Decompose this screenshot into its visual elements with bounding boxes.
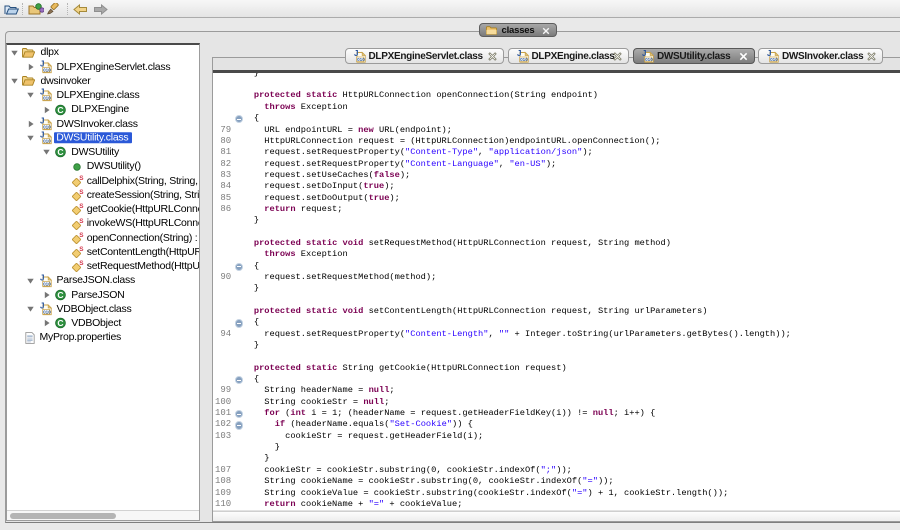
svg-text:S: S — [79, 232, 84, 239]
svg-text:S: S — [79, 261, 84, 268]
svg-text:010: 010 — [43, 281, 51, 286]
svg-text:010: 010 — [520, 57, 528, 62]
svg-text:010: 010 — [43, 310, 51, 315]
svg-text:C: C — [57, 318, 63, 328]
svg-text:C: C — [57, 105, 63, 115]
svg-text:010: 010 — [43, 139, 51, 144]
svg-text:010: 010 — [43, 96, 51, 101]
svg-text:C: C — [57, 147, 63, 157]
svg-text:S: S — [79, 204, 84, 211]
svg-text:010: 010 — [770, 57, 778, 62]
svg-text:S: S — [79, 189, 84, 196]
svg-text:010: 010 — [43, 67, 51, 72]
svg-text:S: S — [79, 175, 84, 182]
svg-text:S: S — [79, 246, 84, 253]
svg-text:010: 010 — [645, 57, 653, 62]
svg-text:010: 010 — [357, 57, 365, 62]
svg-text:C: C — [57, 290, 63, 300]
svg-text:010: 010 — [43, 124, 51, 129]
svg-text:S: S — [79, 218, 84, 225]
